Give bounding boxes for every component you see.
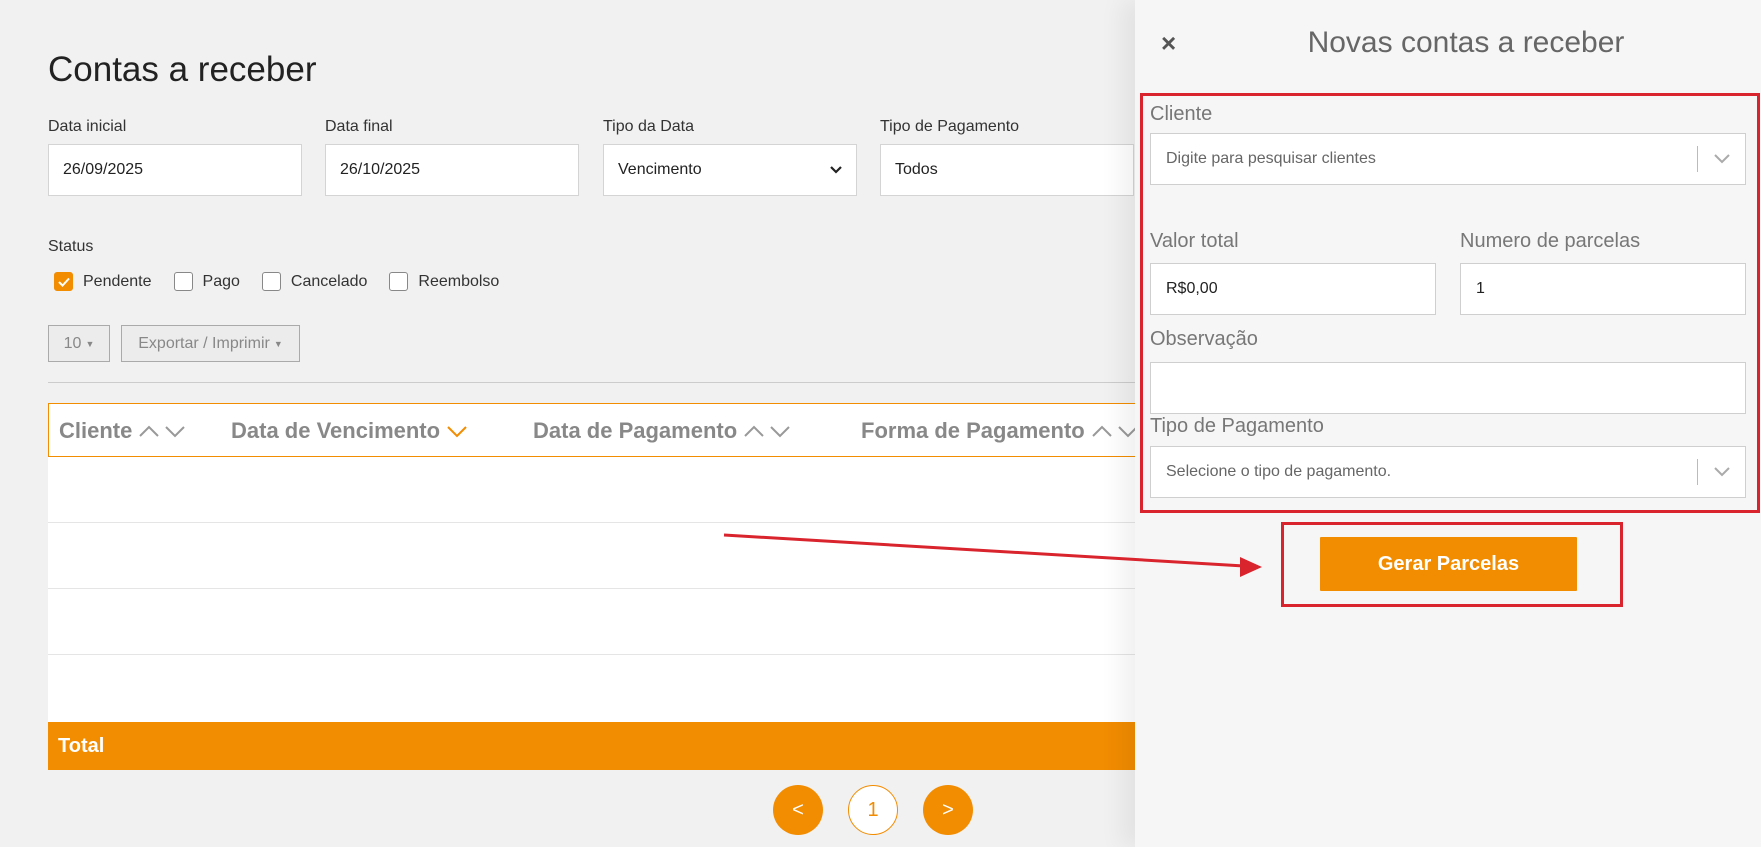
parcelas-value: 1	[1476, 280, 1485, 297]
checkbox[interactable]	[261, 272, 281, 291]
table-row	[48, 655, 1158, 721]
chevron-down-icon	[830, 166, 842, 174]
caret-down-icon: ▼	[85, 338, 95, 349]
gerar-parcelas-button[interactable]: Gerar Parcelas	[1320, 537, 1577, 591]
select-indicator	[1697, 459, 1730, 485]
valor-total-input[interactable]: R$0,00	[1150, 263, 1436, 315]
column-header-pagamento[interactable]: Data de Pagamento	[533, 418, 793, 444]
status-option-label: Pendente	[83, 272, 152, 290]
status-option-cancelado[interactable]: Cancelado	[261, 272, 368, 291]
check-icon	[57, 277, 70, 287]
separator	[1697, 146, 1698, 172]
parcelas-input[interactable]: 1	[1460, 263, 1746, 315]
column-label: Cliente	[59, 418, 133, 443]
sort-icon[interactable]	[743, 423, 793, 439]
caret-down-icon: ▼	[273, 338, 283, 349]
parcelas-label: Numero de parcelas	[1460, 230, 1641, 252]
page-title: Contas a receber	[48, 50, 317, 89]
table-body	[48, 457, 1158, 722]
table-header: Cliente Data de Vencimento Data de Pagam…	[48, 403, 1158, 457]
page-number: 1	[867, 798, 879, 821]
status-option-pendente[interactable]: Pendente	[54, 272, 152, 291]
status-label: Status	[48, 238, 94, 255]
tipo-pagamento-value: Todos	[895, 161, 938, 178]
tipo-pagamento-select[interactable]: Todos	[880, 144, 1134, 196]
next-label: >	[942, 798, 954, 821]
next-page-button[interactable]: >	[923, 785, 973, 835]
column-header-vencimento[interactable]: Data de Vencimento	[231, 418, 468, 444]
page-1-button[interactable]: 1	[848, 785, 898, 835]
status-option-label: Cancelado	[290, 272, 368, 290]
filter-label: Tipo da Data	[603, 118, 695, 135]
filter-label: Data inicial	[48, 118, 127, 135]
tipo-pagamento-placeholder: Selecione o tipo de pagamento.	[1166, 463, 1392, 480]
column-label: Forma de Pagamento	[861, 418, 1085, 443]
table-total-row: Total	[48, 722, 1158, 770]
table-row	[48, 589, 1158, 655]
prev-label: <	[792, 798, 804, 821]
filter-data-final: Data final 26/10/2025	[325, 118, 579, 196]
total-label: Total	[58, 734, 105, 757]
valor-total-value: R$0,00	[1166, 280, 1218, 297]
status-checkboxes: Pendente Pago Cancelado Reembolso	[54, 272, 521, 291]
checkbox[interactable]	[173, 272, 193, 291]
cliente-label: Cliente	[1150, 103, 1213, 125]
cliente-select[interactable]: Digite para pesquisar clientes	[1150, 133, 1746, 185]
page-size-value: 10	[63, 334, 82, 352]
data-final-value: 26/10/2025	[340, 161, 421, 178]
observacao-input[interactable]	[1150, 362, 1746, 414]
divider	[48, 382, 1148, 383]
chevron-down-icon	[1714, 467, 1730, 477]
data-inicial-value: 26/09/2025	[63, 161, 144, 178]
status-option-pago[interactable]: Pago	[173, 272, 240, 291]
checkbox[interactable]	[389, 272, 409, 291]
panel-title: Novas contas a receber	[1307, 26, 1625, 59]
filter-label: Data final	[325, 118, 393, 135]
export-label: Exportar / Imprimir	[138, 334, 270, 352]
status-option-reembolso[interactable]: Reembolso	[389, 272, 499, 291]
tipo-pagamento-label: Tipo de Pagamento	[1150, 415, 1324, 437]
page-size-dropdown[interactable]: 10 ▼	[48, 325, 110, 362]
prev-page-button[interactable]: <	[773, 785, 823, 835]
status-option-label: Pago	[202, 272, 240, 290]
filter-data-inicial: Data inicial 26/09/2025	[48, 118, 302, 196]
sort-icon[interactable]	[1091, 423, 1141, 439]
column-header-cliente[interactable]: Cliente	[59, 418, 188, 444]
filter-tipo-pagamento: Tipo de Pagamento Todos	[880, 118, 1134, 196]
table-row	[48, 457, 1158, 523]
export-print-button[interactable]: Exportar / Imprimir ▼	[121, 325, 300, 362]
tipo-data-select[interactable]: Vencimento	[603, 144, 857, 196]
sort-desc-icon[interactable]	[446, 423, 468, 439]
separator	[1697, 459, 1698, 485]
chevron-down-icon	[1714, 154, 1730, 164]
valor-total-label: Valor total	[1150, 230, 1239, 252]
column-label: Data de Vencimento	[231, 418, 441, 443]
observacao-label: Observação	[1150, 328, 1258, 350]
column-header-forma-pagamento[interactable]: Forma de Pagamento	[861, 418, 1141, 444]
tipo-data-value: Vencimento	[618, 161, 702, 178]
tipo-pagamento-select[interactable]: Selecione o tipo de pagamento.	[1150, 446, 1746, 498]
status-option-label: Reembolso	[418, 272, 500, 290]
column-label: Data de Pagamento	[533, 418, 738, 443]
select-indicator	[1697, 146, 1730, 172]
checkbox-checked[interactable]	[54, 272, 73, 291]
table-row	[48, 523, 1158, 589]
filter-tipo-data: Tipo da Data Vencimento	[603, 118, 857, 196]
sort-icon[interactable]	[138, 423, 188, 439]
data-final-input[interactable]: 26/10/2025	[325, 144, 579, 196]
new-receivable-panel: × Novas contas a receber Cliente Digite …	[1135, 0, 1761, 847]
data-inicial-input[interactable]: 26/09/2025	[48, 144, 302, 196]
filter-label: Tipo de Pagamento	[880, 118, 1020, 135]
cliente-placeholder: Digite para pesquisar clientes	[1166, 150, 1376, 167]
